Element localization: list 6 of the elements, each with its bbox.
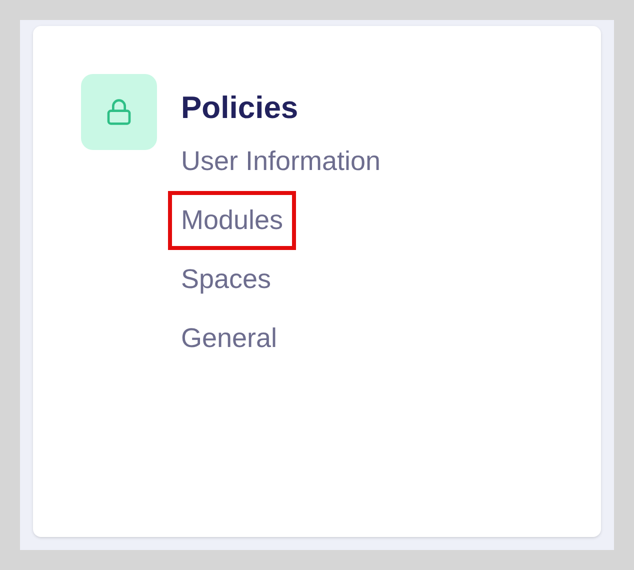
- lock-icon: [105, 98, 133, 126]
- section-title: Policies: [181, 89, 300, 127]
- policy-link[interactable]: User Information: [181, 132, 381, 191]
- policy-link[interactable]: Modules: [168, 191, 296, 250]
- policy-link[interactable]: General: [181, 309, 278, 368]
- policy-link[interactable]: Spaces: [181, 250, 272, 309]
